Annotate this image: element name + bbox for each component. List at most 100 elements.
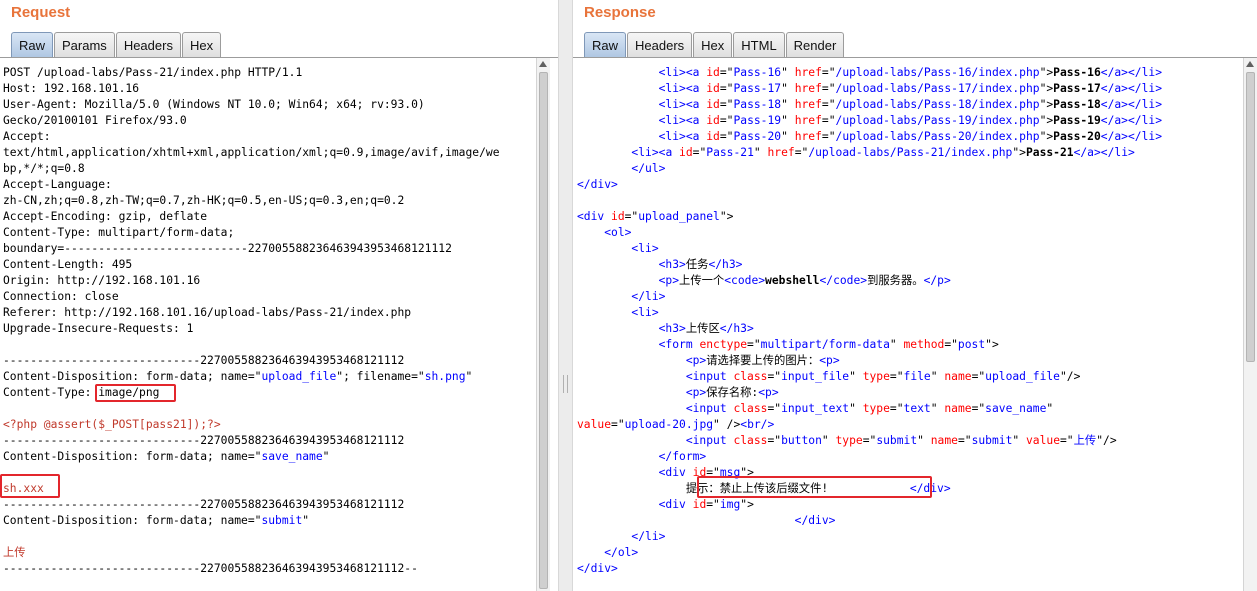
scroll-up-arrow-icon[interactable] <box>539 61 547 67</box>
response-text-segment: href <box>794 82 822 95</box>
response-text-segment: =" <box>719 82 734 95</box>
response-text-segment: img <box>719 498 741 511</box>
request-line: ​ <box>3 401 500 417</box>
request-text-segment: upload_file <box>261 370 337 383</box>
response-text-segment: class <box>733 370 768 383</box>
response-text-segment: <li> <box>658 66 686 79</box>
response-text-segment: name <box>944 402 972 415</box>
response-text-segment: =" <box>767 434 782 447</box>
response-text-segment: name <box>944 370 972 383</box>
request-tab-params[interactable]: Params <box>54 32 115 58</box>
response-text-segment: " <box>753 146 768 159</box>
request-text-segment: " <box>465 370 473 383</box>
request-line: ​ <box>3 529 500 545</box>
response-text-segment: <input <box>685 402 734 415</box>
response-text-segment: 请选择要上传的图片： <box>706 354 820 367</box>
response-text-segment: " <box>781 114 795 127</box>
response-text-segment <box>577 434 686 447</box>
response-text-segment: =" <box>719 130 734 143</box>
response-line: <li><a id="Pass-16" href="/upload-labs/P… <box>577 65 1162 81</box>
request-title: Request <box>11 4 71 21</box>
response-text-segment: <a <box>658 146 680 159</box>
response-text-segment: <ol> <box>604 226 632 239</box>
response-text-segment <box>577 322 659 335</box>
request-text-segment: POST /upload-labs/Pass-21/index.php HTTP… <box>3 66 303 79</box>
response-text-segment <box>577 354 686 367</box>
response-text-segment: 任务 <box>685 258 709 271</box>
response-text-segment <box>577 402 686 415</box>
response-text-segment: method <box>903 338 945 351</box>
response-line: <p>上传一个<code>webshell</code>到服务器。</p> <box>577 273 1162 289</box>
response-text-segment: <a <box>685 114 707 127</box>
request-text-segment: "; filename=" <box>336 370 425 383</box>
request-tab-headers[interactable]: Headers <box>115 32 181 58</box>
response-text-segment: <code> <box>724 274 766 287</box>
request-tab-hex[interactable]: Hex <box>181 32 222 58</box>
highlight-box-error-message <box>697 476 932 498</box>
response-text-segment <box>577 82 659 95</box>
response-text-segment: =" <box>957 434 972 447</box>
request-tab-raw[interactable]: Raw <box>11 32 54 58</box>
response-tab-raw[interactable]: Raw <box>584 32 627 58</box>
response-text-segment <box>577 466 659 479</box>
response-text-segment: id <box>611 210 625 223</box>
response-tab-hex[interactable]: Hex <box>693 32 733 58</box>
response-line: <li><a id="Pass-21" href="/upload-labs/P… <box>577 145 1162 161</box>
request-text-segment: Content-Disposition: form-data; name=" <box>3 514 262 527</box>
response-text-segment: "> <box>1039 98 1054 111</box>
request-panel: Request Raw Params Headers Hex POST /upl… <box>0 0 558 591</box>
response-text-segment: "> <box>740 498 754 511</box>
request-scrollbar[interactable] <box>536 58 550 591</box>
request-text-segment: text/html,application/xhtml+xml,applicat… <box>3 146 500 159</box>
response-text-segment: <div <box>658 498 693 511</box>
response-text-segment: " <box>849 402 863 415</box>
response-text-segment: value <box>577 418 612 431</box>
response-scroll-thumb[interactable] <box>1246 72 1255 362</box>
response-text-segment: </a> <box>1100 114 1128 127</box>
response-text-segment: class <box>733 402 768 415</box>
response-tab-render[interactable]: Render <box>785 32 845 58</box>
response-text-segment <box>577 242 631 255</box>
response-line: <h3>任务</h3> <box>577 257 1162 273</box>
response-text-segment: file <box>903 370 931 383</box>
response-text-segment: webshell <box>765 274 820 287</box>
response-text-segment: "> <box>985 338 999 351</box>
response-text-segment <box>577 370 686 383</box>
response-line: <ol> <box>577 225 1162 241</box>
scroll-up-arrow-icon[interactable] <box>1246 61 1254 67</box>
request-editor[interactable]: POST /upload-labs/Pass-21/index.php HTTP… <box>0 58 558 591</box>
response-tab-html[interactable]: HTML <box>733 32 785 58</box>
request-text-segment: -----------------------------22700558823… <box>3 562 418 575</box>
request-line: -----------------------------22700558823… <box>3 433 500 449</box>
request-text-segment: Origin: http://192.168.101.16 <box>3 274 201 287</box>
response-text-segment: id <box>706 114 720 127</box>
request-line: boundary=---------------------------2270… <box>3 241 500 257</box>
response-scrollbar[interactable] <box>1243 58 1257 591</box>
response-tab-headers[interactable]: Headers <box>627 32 693 58</box>
response-tab-bar: Raw Headers Hex HTML Render <box>584 32 845 58</box>
splitter-grip-icon[interactable] <box>563 375 568 393</box>
request-scroll-thumb[interactable] <box>539 72 548 589</box>
request-line: Host: 192.168.101.16 <box>3 81 500 97</box>
response-text-segment: =" <box>944 338 958 351</box>
response-line: <li><a id="Pass-19" href="/upload-labs/P… <box>577 113 1162 129</box>
response-editor[interactable]: <li><a id="Pass-16" href="/upload-labs/P… <box>573 58 1257 591</box>
response-text-segment <box>577 162 631 175</box>
response-text-segment: Pass-17 <box>1053 82 1101 95</box>
response-text-segment: <div <box>658 466 693 479</box>
response-text-segment: "/> <box>1060 370 1081 383</box>
response-text-segment: " <box>849 370 863 383</box>
highlight-box-save-name-value <box>0 474 60 498</box>
response-text-segment: <a <box>685 82 707 95</box>
response-text-segment: " <box>781 66 795 79</box>
response-text-segment: <div <box>577 210 612 223</box>
pane-splitter[interactable] <box>558 0 573 591</box>
response-text-segment <box>577 98 659 111</box>
response-text-segment: <li> <box>658 114 686 127</box>
response-line: <li><a id="Pass-17" href="/upload-labs/P… <box>577 81 1162 97</box>
response-text-segment: </ul> <box>631 162 666 175</box>
response-text-segment: upload-20.jpg <box>624 418 714 431</box>
request-text-segment: Accept-Language: <box>3 178 112 191</box>
request-text-segment: save_name <box>261 450 323 463</box>
response-text-segment: 到服务器。 <box>867 274 924 287</box>
